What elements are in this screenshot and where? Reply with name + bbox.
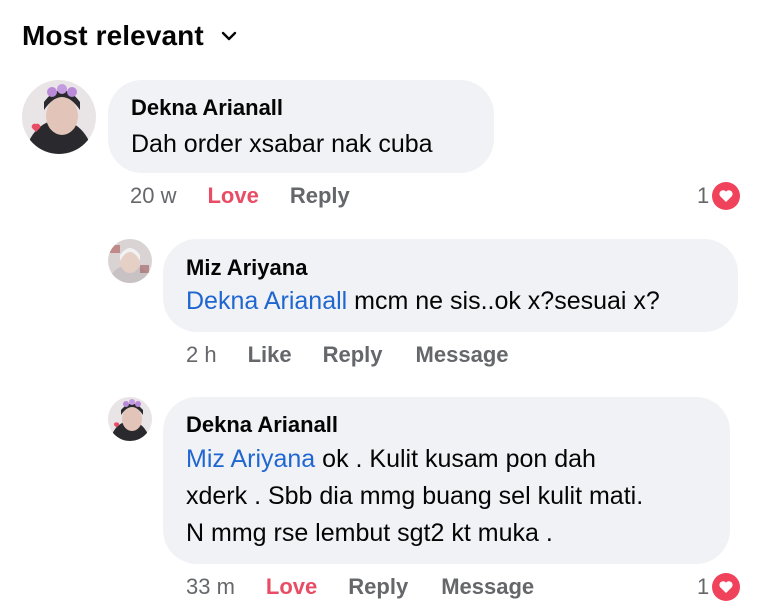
comment-text-line-1: Miz Ariyana ok . Kulit kusam pon dah (186, 441, 730, 478)
comment-timestamp[interactable]: 2 h (186, 342, 217, 368)
reaction-count-value: 1 (697, 183, 710, 208)
love-button[interactable]: Love (266, 574, 317, 600)
chevron-down-icon (221, 31, 236, 41)
reaction-count[interactable]: 1 (697, 182, 741, 210)
love-button[interactable]: Love (207, 183, 258, 209)
comment-actions: 33 m Love Reply Message (186, 574, 534, 600)
sort-label: Most relevant (22, 20, 204, 51)
reply-button[interactable]: Reply (323, 342, 383, 368)
comment-author[interactable]: Dekna Arianall (186, 412, 730, 438)
reaction-count[interactable]: 1 (697, 573, 741, 601)
reply-button[interactable]: Reply (290, 183, 350, 209)
heart-reaction-icon (712, 182, 741, 210)
like-button[interactable]: Like (248, 342, 292, 368)
comment-text-line: Dah order xsabar nak cuba (131, 130, 433, 158)
comment-text: Dah order xsabar nak cuba (131, 126, 494, 163)
comment-text-line: mcm ne sis..ok x?sesuai x? (347, 287, 660, 315)
mention-link[interactable]: Miz Ariyana (186, 445, 315, 473)
comment-text-fragment: ok . Kulit kusam pon dah (315, 445, 596, 473)
reply-button[interactable]: Reply (348, 574, 408, 600)
comment-bubble: Dekna Arianall Miz Ariyana ok . Kulit ku… (163, 397, 730, 564)
mention-link[interactable]: Dekna Arianall (186, 287, 347, 315)
comment-actions: 20 w Love Reply (130, 183, 350, 209)
message-button[interactable]: Message (416, 342, 509, 368)
comment-bubble: Dekna Arianall Dah order xsabar nak cuba (108, 80, 494, 173)
comment-actions: 2 h Like Reply Message (186, 342, 509, 368)
avatar[interactable] (108, 397, 152, 441)
message-button[interactable]: Message (441, 574, 534, 600)
avatar[interactable] (22, 80, 96, 154)
reaction-count-value: 1 (697, 574, 710, 599)
comment-text-line-2: xderk . Sbb dia mmg buang sel kulit mati… (186, 482, 644, 510)
comment-text: Miz Ariyana ok . Kulit kusam pon dah xde… (186, 441, 730, 552)
comment-text: Dekna Arianall mcm ne sis..ok x?sesuai x… (186, 283, 738, 320)
avatar[interactable] (108, 239, 152, 283)
sort-dropdown[interactable]: Most relevant (22, 20, 240, 52)
heart-reaction-icon (712, 573, 741, 601)
comment-timestamp[interactable]: 33 m (186, 574, 235, 600)
comment-bubble: Miz Ariyana Dekna Arianall mcm ne sis..o… (163, 239, 738, 332)
comment-text-line-3: N mmg rse lembut sgt2 kt muka . (186, 519, 553, 547)
comment-timestamp[interactable]: 20 w (130, 183, 176, 209)
comment-author[interactable]: Miz Ariyana (186, 255, 738, 281)
comment-author[interactable]: Dekna Arianall (131, 95, 494, 121)
